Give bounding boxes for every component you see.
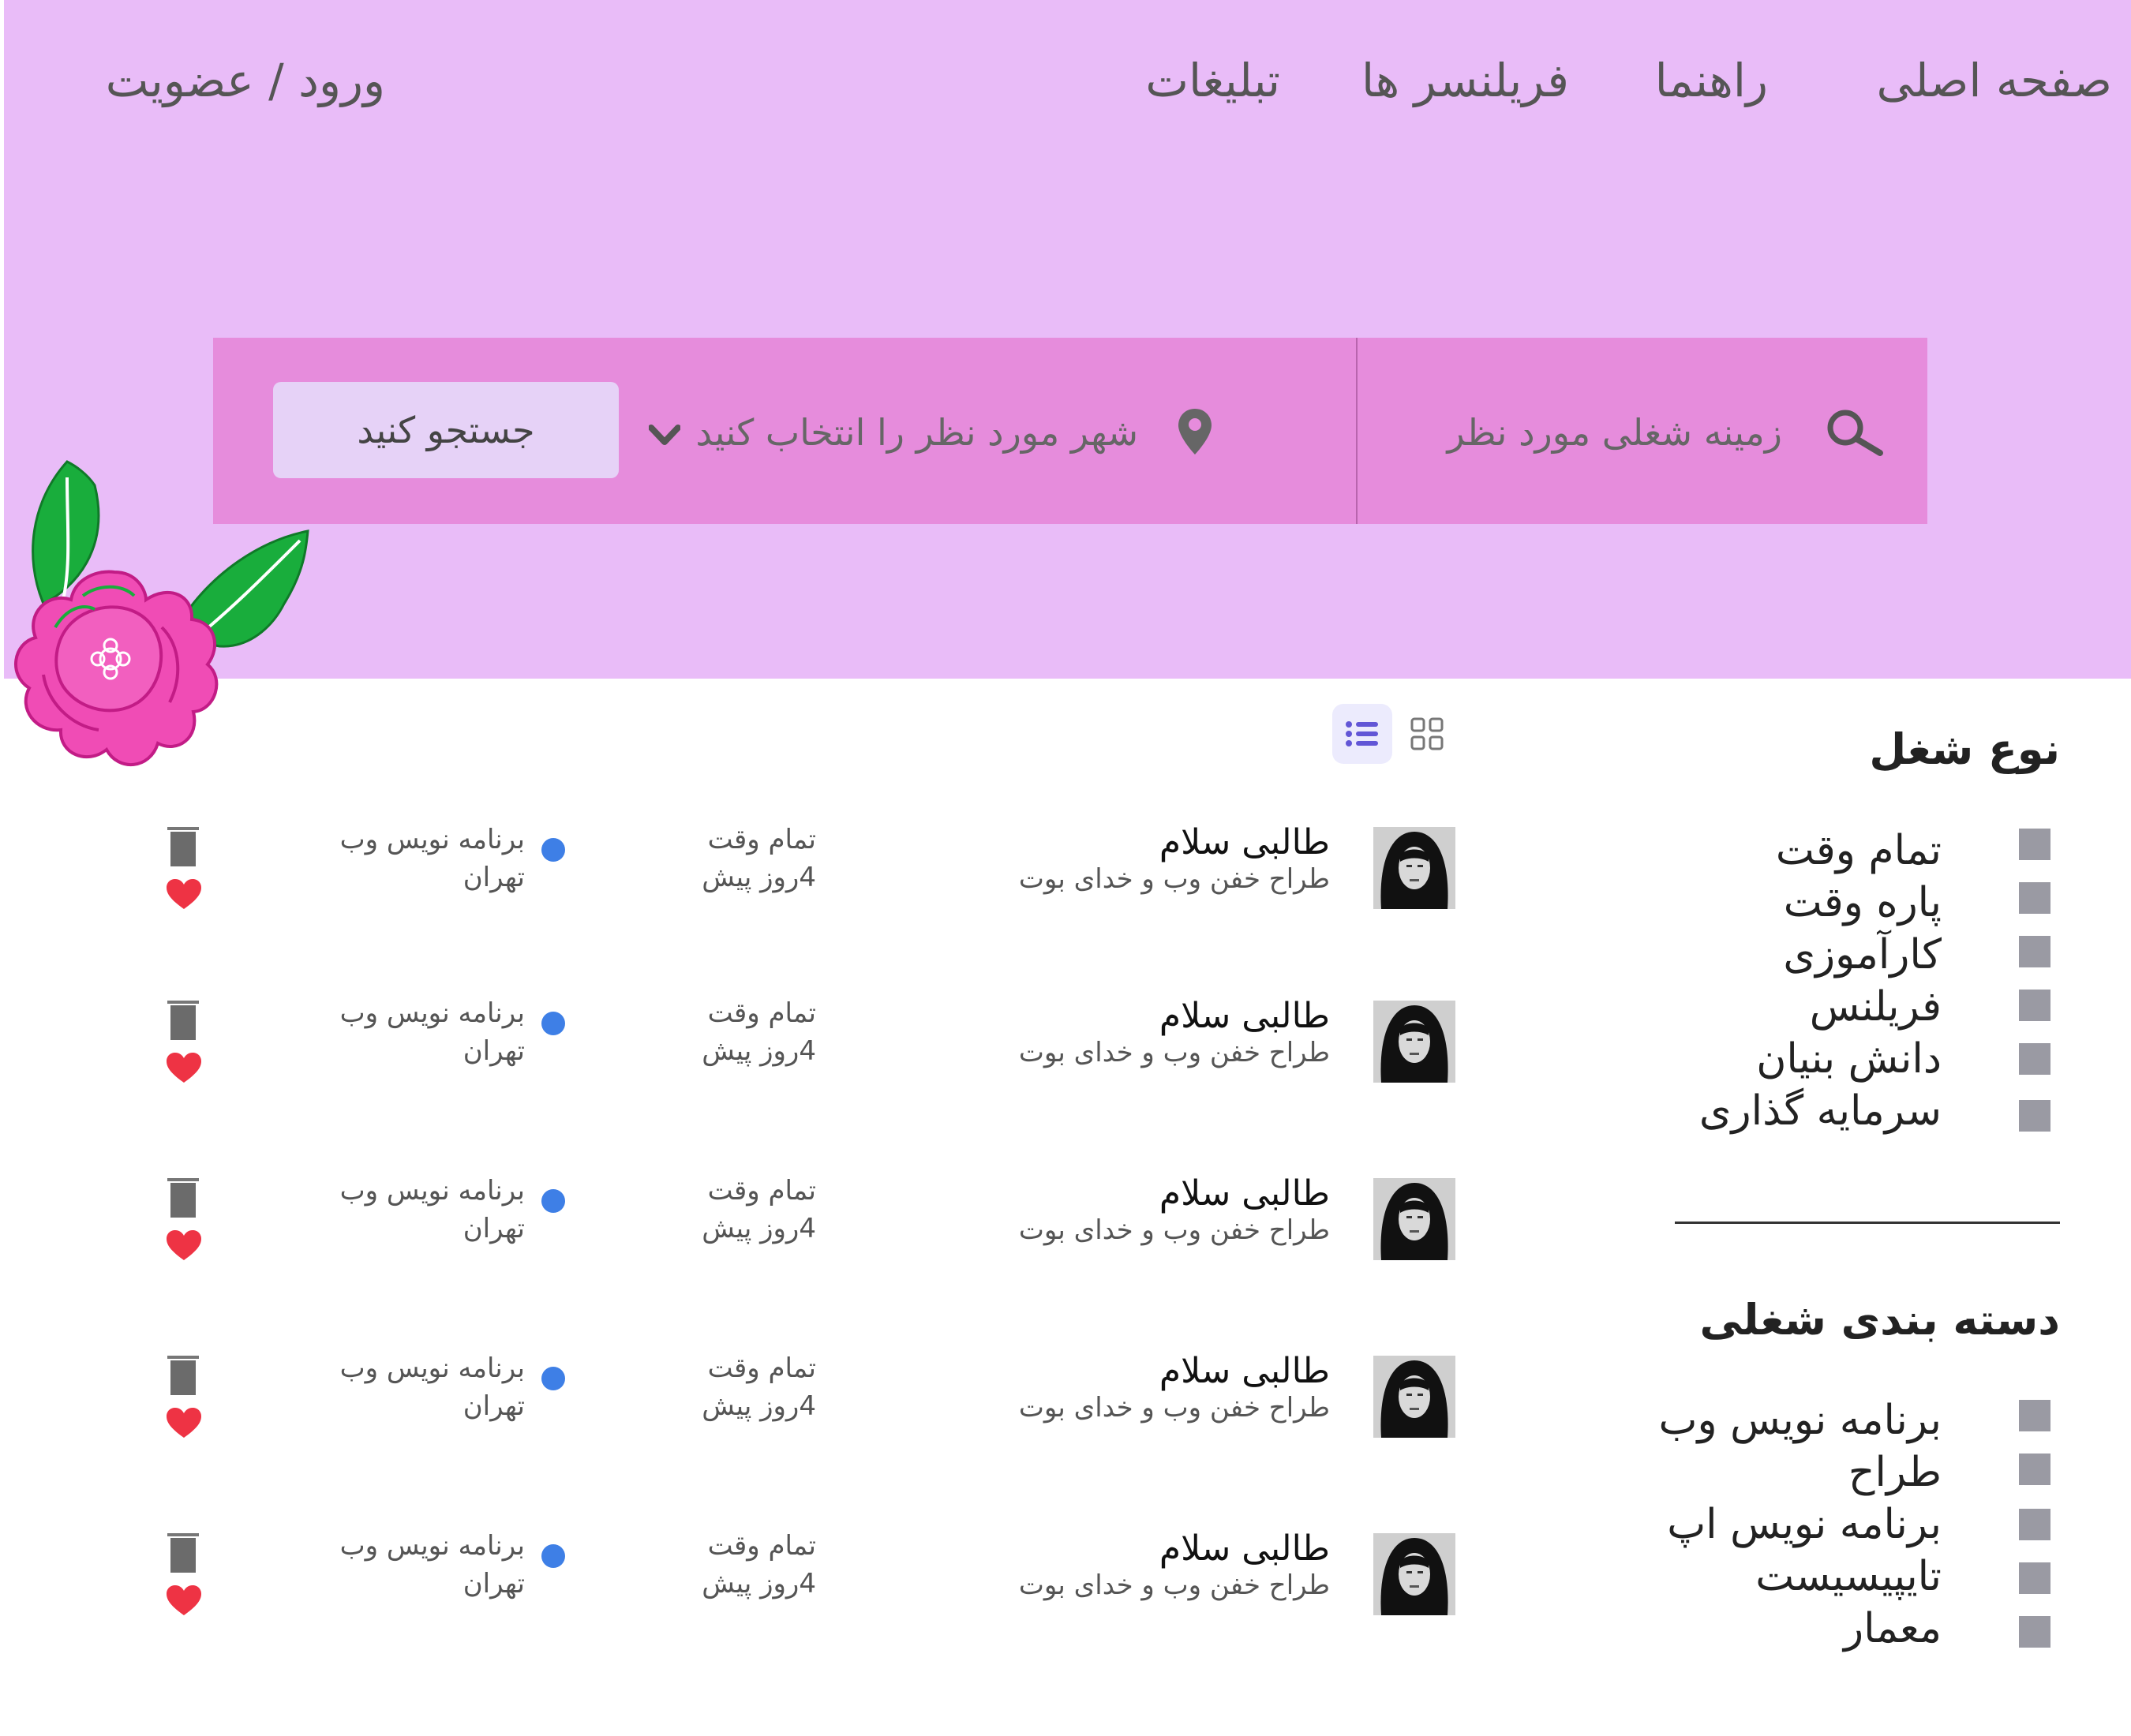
location-pin-icon (1176, 407, 1214, 456)
list-view-icon (1346, 721, 1378, 746)
job-type-option: فریلنس (1809, 983, 1942, 1031)
job-subtitle: طراح خفن وب و خدای بوت (1018, 1570, 1330, 1601)
category-checkbox[interactable] (2019, 1454, 2050, 1485)
category-dot (541, 1544, 565, 1568)
city-select[interactable]: شهر مورد نظر را انتخاب کنید (695, 409, 1138, 456)
job-row[interactable]: طالبی سلام طراح خفن وب و خدای بوت تمام و… (0, 996, 1500, 1111)
heart-icon[interactable] (165, 1229, 203, 1262)
job-subtitle: طراح خفن وب و خدای بوت (1018, 863, 1330, 895)
job-category: برنامه نویس وب (339, 824, 525, 855)
category-dot (541, 1367, 565, 1390)
filter-divider (1675, 1222, 2060, 1224)
job-title[interactable]: طالبی سلام (1159, 1349, 1330, 1394)
job-posted-date: 4روز پیش (702, 1568, 816, 1599)
job-posted-date: 4روز پیش (702, 1213, 816, 1244)
job-row[interactable]: طالبی سلام طراح خفن وب و خدای بوت تمام و… (0, 822, 1500, 937)
category-dot (541, 838, 565, 862)
job-subtitle: طراح خفن وب و خدای بوت (1018, 1392, 1330, 1424)
category-checkbox[interactable] (2019, 1616, 2050, 1648)
job-type-option: سرمایه گذاری (1698, 1087, 1942, 1135)
search-bar-divider (1356, 338, 1358, 524)
job-category: برنامه نویس وب (339, 1530, 525, 1562)
category-option: طراح (1848, 1449, 1942, 1496)
bookmark-icon[interactable] (167, 827, 199, 866)
job-subtitle: طراح خفن وب و خدای بوت (1018, 1214, 1330, 1246)
job-title[interactable]: طالبی سلام (1159, 1172, 1330, 1216)
bookmark-icon[interactable] (167, 1178, 199, 1218)
grid-view-icon[interactable] (1410, 716, 1444, 751)
job-type: تمام وقت (707, 1175, 816, 1207)
job-row[interactable]: طالبی سلام طراح خفن وب و خدای بوت تمام و… (0, 1351, 1500, 1466)
category-option: تایپیسیست (1755, 1553, 1942, 1600)
list-view-toggle[interactable] (1332, 704, 1392, 764)
job-type-checkbox[interactable] (2019, 1100, 2050, 1132)
job-category: برنامه نویس وب (339, 1353, 525, 1384)
heart-icon[interactable] (165, 1584, 203, 1617)
job-posted-date: 4روز پیش (702, 1390, 816, 1422)
nav-login[interactable]: ورود / عضویت (106, 49, 385, 112)
avatar (1373, 1356, 1455, 1438)
job-type-heading: نوع شغل (1869, 724, 2060, 774)
job-type-checkbox[interactable] (2019, 936, 2050, 967)
category-heading: دسته بندی شغلی (1699, 1295, 2060, 1345)
heart-icon[interactable] (165, 877, 203, 911)
nav-ads[interactable]: تبلیغات (1145, 49, 1280, 112)
job-title[interactable]: طالبی سلام (1159, 821, 1330, 865)
category-checkbox[interactable] (2019, 1400, 2050, 1431)
job-posted-date: 4روز پیش (702, 862, 816, 893)
category-option: برنامه نویس اپ (1667, 1501, 1942, 1548)
bookmark-icon[interactable] (167, 1533, 199, 1573)
heart-icon[interactable] (165, 1051, 203, 1084)
job-row[interactable]: طالبی سلام طراح خفن وب و خدای بوت تمام و… (0, 1173, 1500, 1289)
bookmark-icon[interactable] (167, 1356, 199, 1395)
job-type-checkbox[interactable] (2019, 990, 2050, 1021)
job-type-option: دانش بنیان (1756, 1035, 1942, 1083)
job-type: تمام وقت (707, 1353, 816, 1384)
nav-freelancers[interactable]: فریلنسر ها (1361, 49, 1569, 112)
avatar (1373, 1533, 1455, 1615)
job-type-checkbox[interactable] (2019, 882, 2050, 914)
category-dot (541, 1189, 565, 1213)
job-city: تهران (463, 862, 525, 893)
bookmark-icon[interactable] (167, 1001, 199, 1040)
job-city: تهران (463, 1213, 525, 1244)
job-field-input[interactable]: زمینه شغلی مورد نظر (1448, 409, 1782, 456)
job-type-checkbox[interactable] (2019, 1043, 2050, 1075)
job-type-option: کارآموزی (1783, 931, 1942, 978)
search-bar: زمینه شغلی مورد نظر شهر مورد نظر را انتخ… (213, 338, 1927, 524)
avatar (1373, 827, 1455, 909)
category-checkbox[interactable] (2019, 1562, 2050, 1594)
search-button[interactable]: جستجو کنید (273, 382, 619, 478)
job-title[interactable]: طالبی سلام (1159, 1527, 1330, 1571)
job-row[interactable]: طالبی سلام طراح خفن وب و خدای بوت تمام و… (0, 1528, 1500, 1644)
search-icon[interactable] (1825, 407, 1886, 458)
job-city: تهران (463, 1390, 525, 1422)
heart-icon[interactable] (165, 1406, 203, 1439)
job-posted-date: 4روز پیش (702, 1035, 816, 1067)
category-checkbox[interactable] (2019, 1509, 2050, 1540)
nav-home[interactable]: صفحه اصلی (1877, 49, 2112, 112)
job-type-checkbox[interactable] (2019, 829, 2050, 860)
job-category: برنامه نویس وب (339, 1175, 525, 1207)
job-title[interactable]: طالبی سلام (1159, 994, 1330, 1038)
job-city: تهران (463, 1035, 525, 1067)
job-type-option: تمام وقت (1775, 827, 1942, 874)
category-option: معمار (1844, 1605, 1942, 1652)
job-type-option: پاره وقت (1783, 879, 1942, 926)
nav-guide[interactable]: راهنما (1655, 49, 1768, 112)
category-dot (541, 1012, 565, 1035)
job-city: تهران (463, 1568, 525, 1599)
category-option: برنامه نویس وب (1658, 1397, 1942, 1444)
avatar (1373, 1001, 1455, 1083)
job-type: تمام وقت (707, 824, 816, 855)
chevron-down-icon[interactable] (648, 423, 681, 447)
job-type: تمام وقت (707, 997, 816, 1029)
flower-decoration-icon (14, 460, 309, 767)
job-type: تمام وقت (707, 1530, 816, 1562)
job-subtitle: طراح خفن وب و خدای بوت (1018, 1037, 1330, 1068)
job-category: برنامه نویس وب (339, 997, 525, 1029)
avatar (1373, 1178, 1455, 1260)
